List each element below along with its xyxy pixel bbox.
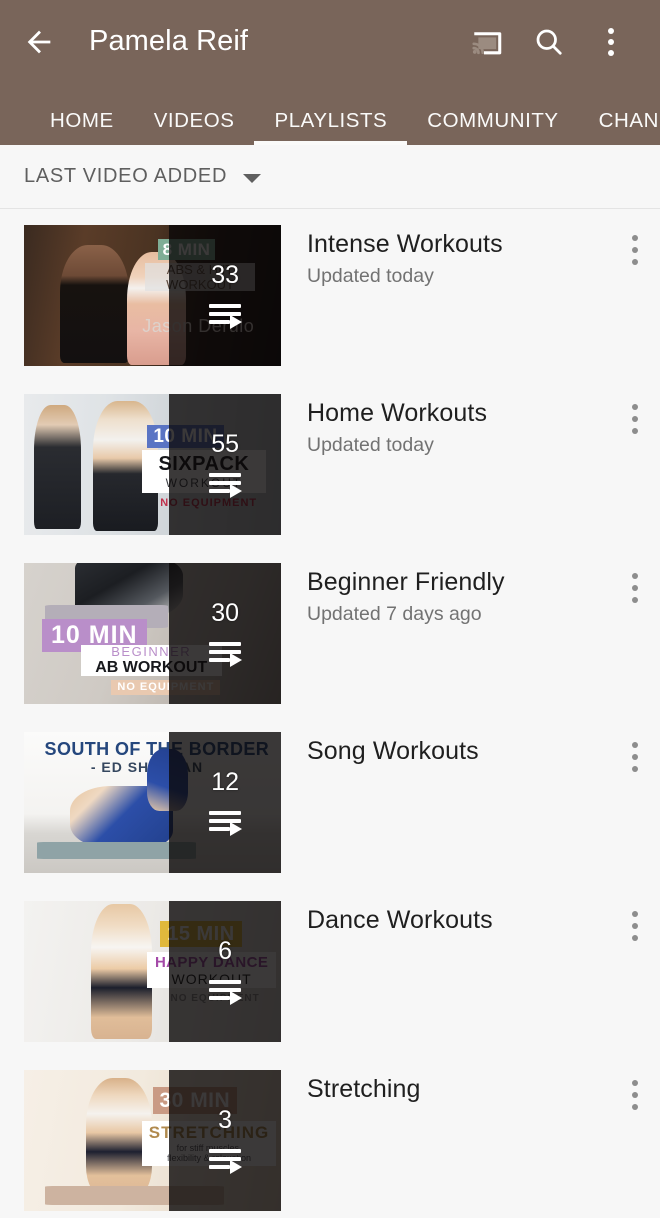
- playlist-count-overlay: 30: [169, 563, 281, 704]
- playlist-count-overlay: 55: [169, 394, 281, 535]
- playlist-title: Song Workouts: [307, 737, 479, 765]
- playlist-count-overlay: 12: [169, 732, 281, 873]
- header-top-bar: Pamela Reif: [0, 0, 660, 83]
- playlist-video-count: 55: [211, 430, 240, 458]
- playlist-play-icon: [209, 1149, 243, 1174]
- cast-icon: [472, 31, 502, 54]
- app-header: Pamela Reif HOME VIDEOS PLAYLISTS COMMUN…: [0, 0, 660, 145]
- playlist-thumbnail[interactable]: 10 MIN BEGINNER AB WORKOUT NO EQUIPMENT …: [24, 563, 281, 704]
- playlist-subtitle: Updated today: [307, 264, 434, 287]
- youtube-channel-playlists-screen: Pamela Reif HOME VIDEOS PLAYLISTS COMMUN…: [0, 0, 660, 1218]
- playlist-meta: Dance Workouts: [281, 901, 610, 941]
- playlist-overflow-button[interactable]: [610, 1070, 660, 1110]
- playlist-video-count: 3: [218, 1106, 233, 1134]
- playlist-thumbnail[interactable]: SOUTH OF THE BORDER - ED SHEERAN 12: [24, 732, 281, 873]
- playlist-overflow-button[interactable]: [610, 563, 660, 603]
- playlist-row[interactable]: 30 MIN STRETCHING for stiff muscles, fle…: [0, 1054, 660, 1218]
- playlist-row[interactable]: 10 MIN BEGINNER AB WORKOUT NO EQUIPMENT …: [0, 547, 660, 716]
- playlist-count-overlay: 6: [169, 901, 281, 1042]
- playlist-play-icon: [209, 642, 243, 667]
- playlist-list: 8 MIN ABS & HIIT WORKOUT Jason Derulo 33…: [0, 209, 660, 1218]
- header-actions: [456, 11, 642, 73]
- sort-selector[interactable]: LAST VIDEO ADDED: [0, 145, 660, 209]
- playlist-video-count: 6: [218, 937, 233, 965]
- playlist-row[interactable]: SOUTH OF THE BORDER - ED SHEERAN 12 Song…: [0, 716, 660, 885]
- more-vertical-icon: [608, 27, 614, 56]
- tab-home[interactable]: HOME: [30, 110, 134, 146]
- playlist-overflow-button[interactable]: [610, 901, 660, 941]
- playlist-row[interactable]: 8 MIN ABS & HIIT WORKOUT Jason Derulo 33…: [0, 209, 660, 378]
- chevron-down-icon: [243, 173, 262, 183]
- playlist-row[interactable]: 10 MIN SIXPACK WORKOUT NO EQUIPMENT 55 H…: [0, 378, 660, 547]
- tab-community[interactable]: COMMUNITY: [407, 110, 578, 146]
- playlist-title: Beginner Friendly: [307, 568, 505, 596]
- playlist-title: Stretching: [307, 1075, 421, 1103]
- playlist-thumbnail[interactable]: 30 MIN STRETCHING for stiff muscles, fle…: [24, 1070, 281, 1211]
- tab-channels[interactable]: CHANNELS: [579, 110, 660, 146]
- playlist-overflow-button[interactable]: [610, 394, 660, 434]
- playlist-thumbnail[interactable]: 15 MIN HAPPY DANCE WORKOUT NO EQUIPMENT …: [24, 901, 281, 1042]
- playlist-overflow-button[interactable]: [610, 225, 660, 265]
- tab-videos[interactable]: VIDEOS: [134, 110, 255, 146]
- playlist-title: Intense Workouts: [307, 230, 503, 258]
- header-overflow-button[interactable]: [580, 11, 642, 73]
- playlist-thumbnail[interactable]: 10 MIN SIXPACK WORKOUT NO EQUIPMENT 55: [24, 394, 281, 535]
- playlist-video-count: 33: [211, 261, 240, 289]
- playlist-meta: Stretching: [281, 1070, 610, 1110]
- playlist-count-overlay: 33: [169, 225, 281, 366]
- playlist-play-icon: [209, 980, 243, 1005]
- playlist-play-icon: [209, 473, 243, 498]
- playlist-meta: Home Workouts Updated today: [281, 394, 610, 457]
- playlist-subtitle: Updated today: [307, 433, 434, 456]
- search-button[interactable]: [518, 11, 580, 73]
- cast-button[interactable]: [456, 11, 518, 73]
- playlist-play-icon: [209, 304, 243, 329]
- playlist-video-count: 30: [211, 599, 240, 627]
- playlist-thumbnail[interactable]: 8 MIN ABS & HIIT WORKOUT Jason Derulo 33: [24, 225, 281, 366]
- playlist-title: Dance Workouts: [307, 906, 493, 934]
- page-title: Pamela Reif: [89, 25, 249, 57]
- sort-label: LAST VIDEO ADDED: [24, 165, 228, 187]
- tab-playlists[interactable]: PLAYLISTS: [254, 110, 408, 146]
- playlist-meta: Beginner Friendly Updated 7 days ago: [281, 563, 610, 626]
- playlist-count-overlay: 3: [169, 1070, 281, 1211]
- playlist-title: Home Workouts: [307, 399, 488, 427]
- playlist-overflow-button[interactable]: [610, 732, 660, 772]
- playlist-video-count: 12: [211, 768, 240, 796]
- playlist-row[interactable]: 15 MIN HAPPY DANCE WORKOUT NO EQUIPMENT …: [0, 885, 660, 1054]
- playlist-play-icon: [209, 811, 243, 836]
- playlist-meta: Song Workouts: [281, 732, 610, 772]
- playlist-subtitle: Updated 7 days ago: [307, 602, 482, 625]
- playlist-meta: Intense Workouts Updated today: [281, 225, 610, 288]
- search-icon: [536, 29, 562, 55]
- back-arrow-icon[interactable]: [22, 25, 56, 59]
- channel-tabs: HOME VIDEOS PLAYLISTS COMMUNITY CHANNELS: [0, 83, 660, 145]
